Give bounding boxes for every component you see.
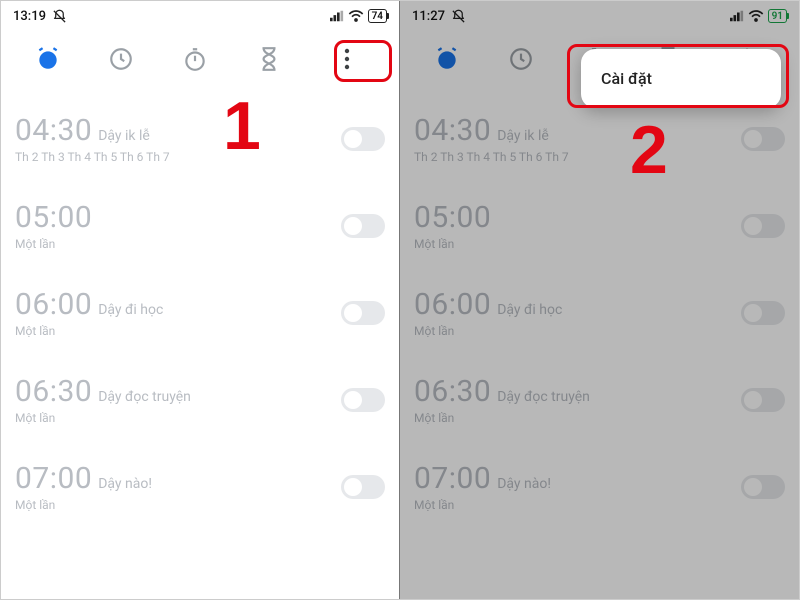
wifi-icon (748, 10, 764, 22)
alarm-row[interactable]: 06:30 Dậy đọc truyện Một lần (15, 374, 385, 425)
alarm-sub: Một lần (15, 237, 98, 251)
alarm-sub: Một lần (414, 324, 562, 338)
alarm-sub: Một lần (15, 411, 191, 425)
alarm-list: 04:30 Dậy ik lễ Th 2 Th 3 Th 4 Th 5 Th 6 … (1, 83, 399, 512)
battery-icon: 91 (768, 9, 787, 23)
tab-clock[interactable] (506, 44, 536, 74)
alarm-time: 07:00 (414, 461, 491, 496)
alarm-list: 04:30 Dậy ik lễ Th 2 Th 3 Th 4 Th 5 Th 6 … (400, 83, 799, 512)
signal-icon (330, 10, 344, 22)
alarm-time: 05:00 (414, 200, 491, 235)
alarm-row[interactable]: 05:00 Một lần (414, 200, 785, 251)
status-time: 11:27 (412, 9, 445, 24)
tab-timer[interactable] (254, 44, 284, 74)
alarm-time: 06:30 (414, 374, 491, 409)
alarm-toggle[interactable] (741, 388, 785, 412)
alarm-row[interactable]: 04:30 Dậy ik lễ Th 2 Th 3 Th 4 Th 5 Th 6 … (414, 113, 785, 164)
alarm-time: 06:00 (15, 287, 92, 322)
alarm-toggle[interactable] (741, 214, 785, 238)
tab-bar (1, 27, 399, 83)
alarm-label: Dậy đọc truyện (497, 389, 590, 405)
battery-icon: 74 (368, 9, 387, 23)
alarm-toggle[interactable] (741, 475, 785, 499)
alarm-row[interactable]: 06:00 Dậy đi học Một lần (15, 287, 385, 338)
alarm-row[interactable]: 06:00 Dậy đi học Một lần (414, 287, 785, 338)
wifi-icon (348, 10, 364, 22)
tab-clock[interactable] (106, 44, 136, 74)
settings-menu-item[interactable]: Cài đặt (601, 69, 761, 88)
alarm-label: Dậy nào! (497, 476, 551, 492)
alarm-toggle[interactable] (341, 214, 385, 238)
alarm-label: Dậy đi học (497, 302, 562, 318)
tab-alarm[interactable] (33, 44, 63, 74)
alarm-toggle[interactable] (341, 475, 385, 499)
alarm-sub: Th 2 Th 3 Th 4 Th 5 Th 6 Th 7 (414, 150, 569, 164)
alarm-toggle[interactable] (341, 388, 385, 412)
alarm-toggle[interactable] (741, 127, 785, 151)
alarm-sub: Th 2 Th 3 Th 4 Th 5 Th 6 Th 7 (15, 150, 170, 164)
alarm-sub: Một lần (15, 498, 152, 512)
alarm-time: 07:00 (15, 461, 92, 496)
alarm-sub: Một lần (15, 324, 163, 338)
alarm-label: Dậy đi học (98, 302, 163, 318)
screenshot-step-1: 13:19 74 (1, 1, 400, 599)
screenshot-step-2: 11:27 91 (400, 1, 799, 599)
alarm-row[interactable]: 05:00 Một lần (15, 200, 385, 251)
alarm-time: 05:00 (15, 200, 92, 235)
alarm-time: 04:30 (15, 113, 92, 148)
alarm-label: Dậy đọc truyện (98, 389, 191, 405)
status-bar: 11:27 91 (400, 1, 799, 27)
alarm-row[interactable]: 04:30 Dậy ik lễ Th 2 Th 3 Th 4 Th 5 Th 6 … (15, 113, 385, 164)
tab-stopwatch[interactable] (180, 44, 210, 74)
mute-icon (451, 9, 466, 24)
tab-alarm[interactable] (432, 44, 462, 74)
alarm-time: 06:00 (414, 287, 491, 322)
status-time: 13:19 (13, 9, 46, 24)
alarm-label: Dậy ik lễ (98, 128, 150, 144)
alarm-toggle[interactable] (741, 301, 785, 325)
alarm-row[interactable]: 07:00 Dậy nào! Một lần (15, 461, 385, 512)
alarm-sub: Một lần (414, 411, 590, 425)
alarm-sub: Một lần (414, 498, 551, 512)
alarm-time: 06:30 (15, 374, 92, 409)
signal-icon (730, 10, 744, 22)
alarm-sub: Một lần (414, 237, 497, 251)
status-bar: 13:19 74 (1, 1, 399, 27)
alarm-row[interactable]: 06:30 Dậy đọc truyện Một lần (414, 374, 785, 425)
more-options-button[interactable] (327, 42, 367, 76)
alarm-label: Dậy nào! (98, 476, 152, 492)
alarm-label: Dậy ik lễ (497, 128, 549, 144)
alarm-toggle[interactable] (341, 127, 385, 151)
alarm-time: 04:30 (414, 113, 491, 148)
options-popup: Cài đặt (581, 49, 781, 108)
mute-icon (52, 9, 67, 24)
alarm-toggle[interactable] (341, 301, 385, 325)
alarm-row[interactable]: 07:00 Dậy nào! Một lần (414, 461, 785, 512)
